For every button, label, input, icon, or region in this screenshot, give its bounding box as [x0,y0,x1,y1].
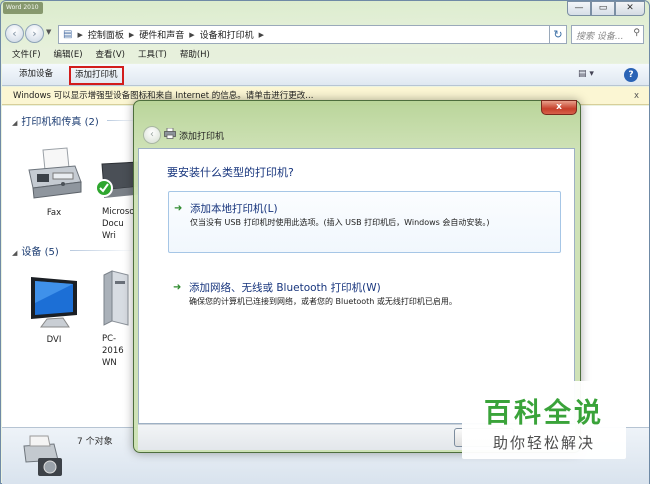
group-divider [70,250,135,251]
device-label: DVI [46,335,62,345]
refresh-button[interactable]: ↻ [549,25,567,44]
info-bar-close-icon[interactable]: x [634,87,639,105]
breadcrumb-control-panel[interactable]: 控制面板 [88,28,124,41]
dialog-close-button[interactable]: x [541,100,577,115]
option-description: 仅当没有 USB 打印机时使用此选项。(插入 USB 打印机后，Windows … [190,218,490,227]
search-placeholder: 搜索 设备... [576,32,624,42]
dialog-back-button[interactable]: ‹ [143,126,161,144]
group-label: 设备 (5) [21,247,59,258]
forward-button[interactable]: › [25,24,44,43]
taskbar-thumbnail: Word 2010 [3,2,43,14]
device-computer[interactable]: PC-2016 WN [98,269,138,369]
device-label: PC-2016 WN [102,334,124,368]
chevron-right-icon[interactable]: ▶ [189,31,194,39]
menu-tools[interactable]: 工具(T) [138,48,167,63]
printer-camera-icon [23,435,62,476]
group-label: 打印机和传真 (2) [21,117,99,128]
option-title: 添加网络、无线或 Bluetooth 打印机(W) [189,282,381,294]
watermark-slogan: 助你轻松解决 [492,434,595,452]
address-bar[interactable]: ▤ ▶ 控制面板 ▶ 硬件和声音 ▶ 设备和打印机 ▶ ▼ [58,25,566,44]
option-description: 确保您的计算机已连接到网络，或者您的 Bluetooth 或无线打印机已启用。 [189,297,457,306]
device-label: Microso Docu Wri [102,207,135,241]
collapse-icon[interactable]: ◢ [12,249,17,257]
chevron-right-icon[interactable]: ▶ [77,31,82,39]
menu-file[interactable]: 文件(F) [12,48,41,63]
add-network-printer-option[interactable]: ➜ 添加网络、无线或 Bluetooth 打印机(W) 确保您的计算机已连接到网… [168,271,561,311]
breadcrumb-hardware-sound[interactable]: 硬件和声音 [139,28,184,41]
history-dropdown-icon[interactable]: ▼ [46,28,51,36]
breadcrumb-devices-printers[interactable]: 设备和打印机 [200,28,254,41]
group-header-devices[interactable]: ◢ 设备 (5) [12,243,59,258]
fax-icon [28,147,82,199]
device-fax[interactable]: Fax [19,146,89,218]
maximize-button[interactable]: ▭ [591,1,615,16]
green-arrow-icon: ➜ [173,282,182,293]
menu-view[interactable]: 查看(V) [96,48,125,63]
group-header-printers[interactable]: ◢ 打印机和传真 (2) [12,113,99,128]
add-printer-button[interactable]: 添加打印机 [69,66,124,85]
chevron-right-icon[interactable]: ▶ [129,31,134,39]
close-button[interactable]: ✕ [615,1,645,16]
watermark-logo: 百科全说 助你轻松解决 [462,381,626,459]
search-icon[interactable]: ⚲ [633,28,640,38]
option-title: 添加本地打印机(L) [190,203,278,215]
computer-tower-icon [103,270,129,326]
minimize-button[interactable]: — [567,1,591,16]
view-options-icon[interactable]: ▤ ▾ [578,69,594,79]
menu-edit[interactable]: 编辑(E) [54,48,83,63]
green-arrow-icon: ➜ [174,203,183,214]
command-bar: 添加设备 添加打印机 ▤ ▾ ? [2,64,649,86]
search-input[interactable]: 搜索 设备... ⚲ [571,25,644,44]
collapse-icon[interactable]: ◢ [12,119,17,127]
device-monitor[interactable]: DVI [19,273,89,345]
control-panel-icon: ▤ [63,29,73,40]
printer-icon [164,128,176,139]
watermark-title: 百科全说 [484,398,604,429]
help-icon[interactable]: ? [624,68,638,82]
menu-bar: 文件(F) 编辑(E) 查看(V) 工具(T) 帮助(H) [2,48,649,63]
device-label: Fax [46,208,62,218]
dialog-title: 添加打印机 [179,132,225,142]
add-device-button[interactable]: 添加设备 [15,68,57,81]
window-controls: — ▭ ✕ [567,1,645,16]
monitor-icon [31,277,77,328]
dialog-question: 要安装什么类型的打印机? [167,166,294,179]
object-count: 7 个对象 [77,437,113,447]
back-button[interactable]: ‹ [5,24,24,43]
add-local-printer-option[interactable]: ➜ 添加本地打印机(L) 仅当没有 USB 打印机时使用此选项。(插入 USB … [168,191,561,253]
menu-help[interactable]: 帮助(H) [180,48,210,63]
chevron-right-icon[interactable]: ▶ [259,31,264,39]
